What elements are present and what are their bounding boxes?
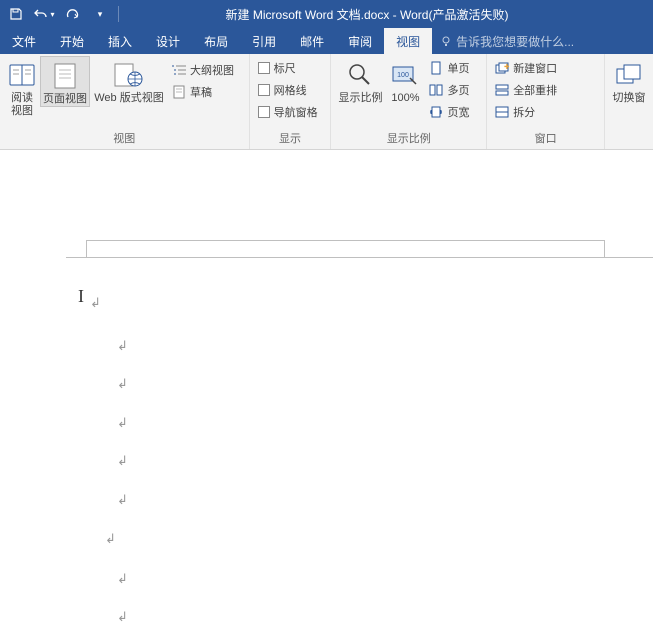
zoom-icon [347,62,373,88]
page-width-label: 页宽 [447,104,469,120]
paragraph-mark: ↲ [117,376,128,392]
switch-windows-button[interactable]: 切换窗 [609,56,649,105]
multi-page-icon [429,84,443,96]
title-bar: ▾ ▾ 新建 Microsoft Word 文档.docx - Word(产品激… [0,0,653,28]
new-window-label: 新建窗口 [513,60,557,76]
paragraph-mark: ↲ [117,571,128,587]
hundred-label: 100% [391,92,419,105]
draft-icon [173,85,185,99]
qat-customize[interactable]: ▾ [88,3,112,25]
undo-button[interactable]: ▾ [32,3,56,25]
tab-layout[interactable]: 布局 [192,28,240,54]
ribbon-tabs: 文件 开始 插入 设计 布局 引用 邮件 审阅 视图 告诉我您想要做什么... [0,28,653,54]
nav-pane-checkbox[interactable]: 导航窗格 [258,102,318,122]
group-show-label: 显示 [254,128,327,149]
multi-page-button[interactable]: 多页 [429,80,469,100]
paragraph-mark: ↲ [105,531,116,547]
page-boundary [66,240,653,258]
split-button[interactable]: 拆分 [495,102,557,122]
gridlines-label: 网格线 [274,82,307,98]
group-views-label: 视图 [4,128,245,149]
checkbox-icon [258,62,270,74]
save-icon [9,7,23,21]
tab-view[interactable]: 视图 [384,28,432,54]
tab-mailings[interactable]: 邮件 [288,28,336,54]
ribbon: 阅读 视图 页面视图 Web 版式视图 大纲视图 草稿 视图 [0,54,653,150]
redo-icon [65,7,79,21]
gridlines-checkbox[interactable]: 网格线 [258,80,318,100]
tab-home[interactable]: 开始 [48,28,96,54]
print-layout-button[interactable]: 页面视图 [40,56,90,107]
lightbulb-icon [440,35,452,47]
group-zoom-label: 显示比例 [335,128,482,149]
web-layout-label: Web 版式视图 [94,92,163,105]
tell-me-search[interactable]: 告诉我您想要做什么... [432,33,574,50]
print-layout-icon [54,63,76,89]
ruler-checkbox[interactable]: 标尺 [258,58,318,78]
read-mode-label: 阅读 视图 [11,92,33,118]
document-canvas[interactable]: I ↲↲↲↲↲↲↲↲↲ [0,150,653,623]
new-window-button[interactable]: ✚ 新建窗口 [495,58,557,78]
arrange-label: 全部重排 [513,82,557,98]
paragraph-mark: ↲ [117,338,128,354]
zoom-button[interactable]: 显示比例 [335,56,385,105]
split-icon [495,106,509,118]
web-layout-icon [114,63,144,87]
svg-text:✚: ✚ [504,63,509,71]
paragraph-mark: ↲ [117,492,128,508]
paragraph-mark: ↲ [117,415,128,431]
hundred-icon: 100 [392,64,418,86]
outline-view-button[interactable]: 大纲视图 [172,60,234,80]
quick-access-toolbar: ▾ ▾ [0,3,121,25]
text-cursor: I [78,286,84,307]
tab-references[interactable]: 引用 [240,28,288,54]
svg-text:100: 100 [398,72,410,79]
document-title: 新建 Microsoft Word 文档.docx - Word(产品激活失败) [121,6,653,23]
group-switch-windows: 切换窗 [605,54,653,149]
multi-page-label: 多页 [447,82,469,98]
nav-label: 导航窗格 [274,104,318,120]
draft-view-button[interactable]: 草稿 [172,82,234,102]
arrange-all-button[interactable]: 全部重排 [495,80,557,100]
new-window-icon: ✚ [495,62,509,74]
web-layout-button[interactable]: Web 版式视图 [90,56,168,105]
undo-icon [33,7,49,21]
tell-me-placeholder: 告诉我您想要做什么... [456,33,574,50]
tab-design[interactable]: 设计 [144,28,192,54]
save-button[interactable] [4,3,28,25]
outline-label: 大纲视图 [190,62,234,78]
group-window-label: 窗口 [491,128,600,149]
switch-windows-icon [616,64,642,86]
arrange-icon [495,84,509,96]
paragraph-mark: ↲ [90,295,101,311]
checkbox-icon [258,106,270,118]
zoom-label: 显示比例 [338,92,382,105]
group-window: ✚ 新建窗口 全部重排 拆分 窗口 [487,54,605,149]
page-width-icon [429,106,443,118]
split-label: 拆分 [513,104,535,120]
print-layout-label: 页面视图 [43,93,87,106]
qat-separator [118,6,119,22]
one-page-button[interactable]: 单页 [429,58,469,78]
draft-label: 草稿 [190,84,212,100]
outline-icon [172,64,186,76]
read-mode-button[interactable]: 阅读 视图 [4,56,40,118]
page-width-button[interactable]: 页宽 [429,102,469,122]
ruler-label: 标尺 [274,60,296,76]
redo-button[interactable] [60,3,84,25]
group-show: 标尺 网格线 导航窗格 显示 [250,54,332,149]
group-zoom: 显示比例 100 100% 单页 多页 页宽 [331,54,487,149]
tab-review[interactable]: 审阅 [336,28,384,54]
tab-insert[interactable]: 插入 [96,28,144,54]
hundred-percent-button[interactable]: 100 100% [385,56,425,105]
group-views: 阅读 视图 页面视图 Web 版式视图 大纲视图 草稿 视图 [0,54,250,149]
paragraph-mark: ↲ [117,453,128,469]
one-page-label: 单页 [447,60,469,76]
one-page-icon [430,61,442,75]
switch-windows-label: 切换窗 [613,92,646,105]
tab-file[interactable]: 文件 [0,28,48,54]
checkbox-icon [258,84,270,96]
read-mode-icon [9,64,35,86]
